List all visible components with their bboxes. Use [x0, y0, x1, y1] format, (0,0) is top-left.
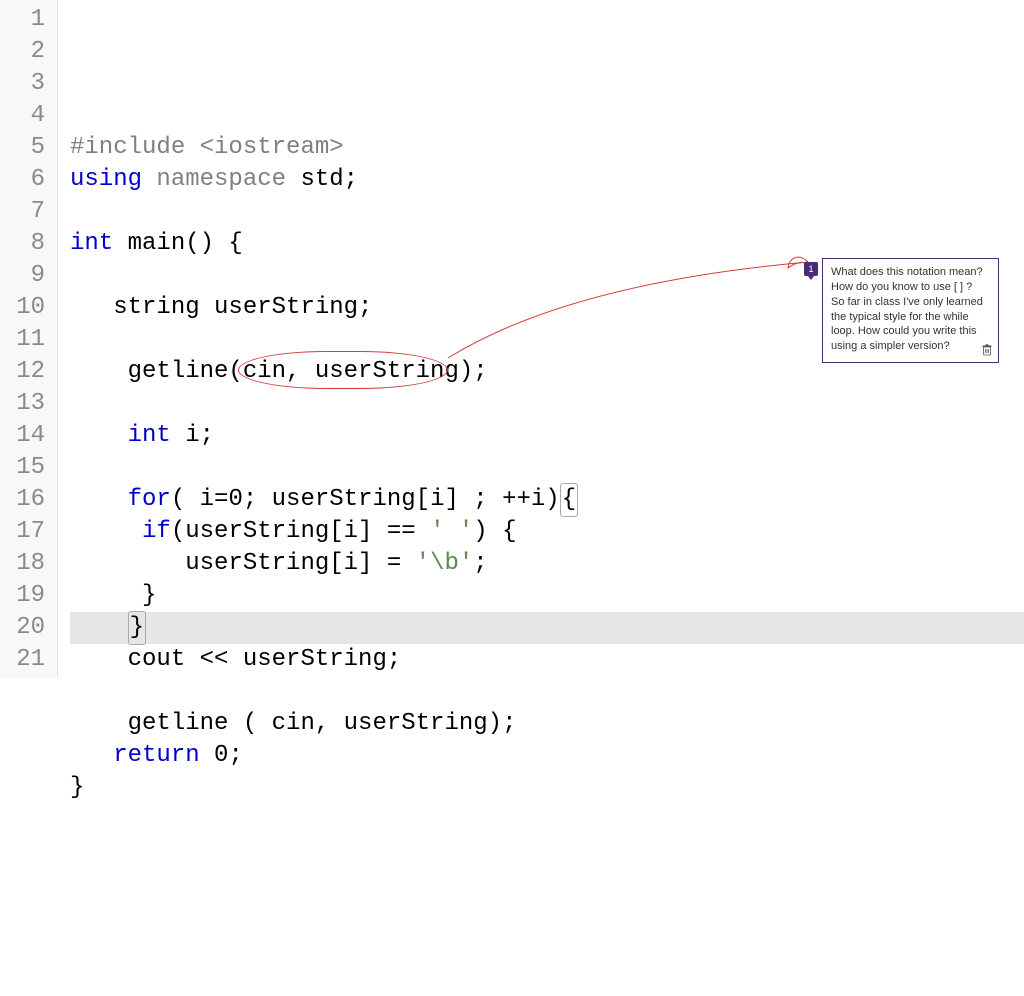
line-number: 3	[0, 68, 57, 100]
line-number: 16	[0, 484, 57, 516]
line-number: 17	[0, 516, 57, 548]
line-number: 10	[0, 292, 57, 324]
code-token: #include	[70, 134, 200, 161]
code-token: ' '	[430, 518, 473, 545]
code-token: () {	[185, 230, 243, 257]
code-token: return	[113, 742, 214, 769]
line-number: 9	[0, 260, 57, 292]
code-token: int	[70, 230, 128, 257]
line-number: 19	[0, 580, 57, 612]
line-number: 13	[0, 388, 57, 420]
line-number: 5	[0, 132, 57, 164]
code-token: namespace	[156, 166, 300, 193]
trash-icon[interactable]	[982, 344, 992, 356]
line-number: 12	[0, 356, 57, 388]
line-number: 11	[0, 324, 57, 356]
code-token: ) {	[473, 518, 516, 545]
line-number: 21	[0, 644, 57, 676]
line-number: 6	[0, 164, 57, 196]
code-token: int	[128, 422, 186, 449]
code-editor: 123456789101112131415161718192021 #inclu…	[0, 0, 1024, 678]
code-token: string userString;	[70, 294, 372, 321]
code-token: ;	[344, 166, 358, 193]
code-line[interactable]	[70, 676, 1024, 708]
code-token: ;	[473, 550, 487, 577]
comment-badge-number: 1	[808, 264, 813, 274]
code-line[interactable]: int i;	[70, 420, 1024, 452]
code-token: getline(cin, userString);	[70, 358, 488, 385]
code-line[interactable]: cout << userString;	[70, 644, 1024, 676]
code-line[interactable]: if(userString[i] == ' ') {	[70, 516, 1024, 548]
code-token	[70, 422, 128, 449]
code-token: <iostream>	[200, 134, 344, 161]
code-line[interactable]: for( i=0; userString[i] ; ++i){	[70, 484, 1024, 516]
line-number: 4	[0, 100, 57, 132]
line-number: 7	[0, 196, 57, 228]
line-number: 1	[0, 4, 57, 36]
code-line[interactable]	[70, 196, 1024, 228]
code-token	[70, 518, 142, 545]
code-line[interactable]	[70, 452, 1024, 484]
code-token: main	[128, 230, 186, 257]
code-line[interactable]: using namespace std;	[70, 164, 1024, 196]
code-token: ; userString[i] ; ++i)	[243, 486, 560, 513]
code-token: ( i=	[171, 486, 229, 513]
code-token: ;	[228, 742, 242, 769]
code-line[interactable]: }	[70, 772, 1024, 804]
code-line[interactable]	[70, 388, 1024, 420]
code-token: std	[300, 166, 343, 193]
code-line[interactable]: getline ( cin, userString);	[70, 708, 1024, 740]
line-number: 15	[0, 452, 57, 484]
code-token: getline ( cin, userString);	[70, 710, 516, 737]
code-token: (userString[i] ==	[171, 518, 430, 545]
line-number: 2	[0, 36, 57, 68]
code-token: }	[128, 611, 146, 645]
code-token: cout << userString;	[70, 646, 401, 673]
code-token: '\b'	[416, 550, 474, 577]
code-line[interactable]: int main() {	[70, 228, 1024, 260]
code-line[interactable]: }	[70, 580, 1024, 612]
code-token: {	[560, 483, 578, 517]
comment-badge[interactable]: 1	[804, 262, 818, 276]
code-token: using	[70, 166, 156, 193]
code-token: userString[i] =	[70, 550, 416, 577]
code-line[interactable]: return 0;	[70, 740, 1024, 772]
code-token: for	[128, 486, 171, 513]
code-token	[70, 614, 128, 641]
line-number: 14	[0, 420, 57, 452]
code-line[interactable]: #include <iostream>	[70, 132, 1024, 164]
comment-text: What does this notation mean? How do you…	[831, 265, 990, 354]
code-token	[70, 486, 128, 513]
code-token: 0	[228, 486, 242, 513]
code-token	[70, 742, 113, 769]
code-line[interactable]: userString[i] = '\b';	[70, 548, 1024, 580]
line-number: 18	[0, 548, 57, 580]
code-token: 0	[214, 742, 228, 769]
code-token: }	[70, 774, 84, 801]
line-number-gutter: 123456789101112131415161718192021	[0, 0, 58, 678]
code-token: i;	[185, 422, 214, 449]
code-token: if	[142, 518, 171, 545]
code-token: }	[70, 582, 156, 609]
code-line[interactable]: }	[70, 612, 1024, 644]
line-number: 8	[0, 228, 57, 260]
comment-box[interactable]: What does this notation mean? How do you…	[822, 258, 999, 363]
line-number: 20	[0, 612, 57, 644]
